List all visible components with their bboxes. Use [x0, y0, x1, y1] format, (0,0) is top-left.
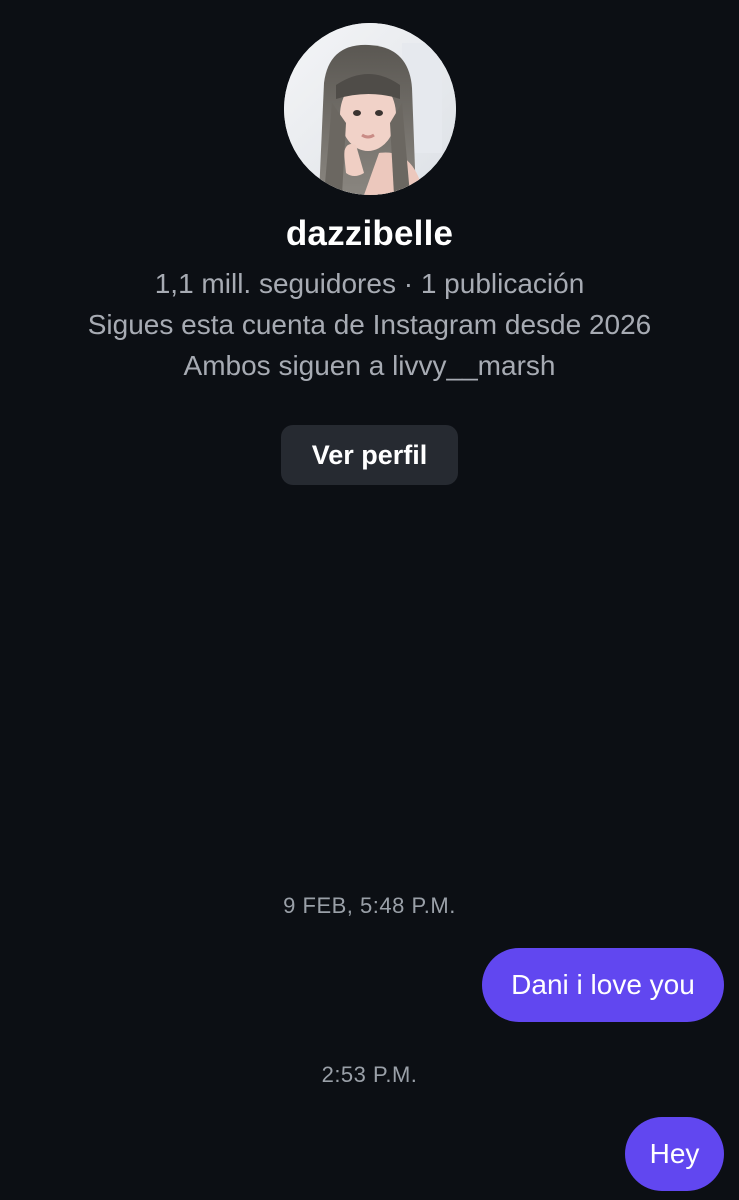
message-timestamp: 9 FEB, 5:48 P.M. [283, 893, 456, 918]
profile-followers-line: 1,1 mill. seguidores · 1 publicación [154, 268, 585, 299]
profile-mutual-followers: Ambos siguen a livvy__marsh [183, 350, 556, 381]
profile-username: dazzibelle [285, 214, 454, 253]
profile-following-since: Sigues esta cuenta de Instagram desde 20… [87, 309, 652, 340]
sent-message-bubble[interactable]: Dani i love you [482, 948, 724, 1022]
message-timestamp: 2:53 P.M. [321, 1062, 418, 1087]
profile-avatar[interactable] [284, 23, 456, 195]
dm-thread-screen: dazzibelle 1,1 mill. seguidores · 1 publ… [0, 0, 739, 1200]
sent-message-bubble[interactable]: Hey [625, 1117, 724, 1191]
avatar-photo [284, 23, 456, 195]
view-profile-button[interactable]: Ver perfil [281, 425, 458, 485]
